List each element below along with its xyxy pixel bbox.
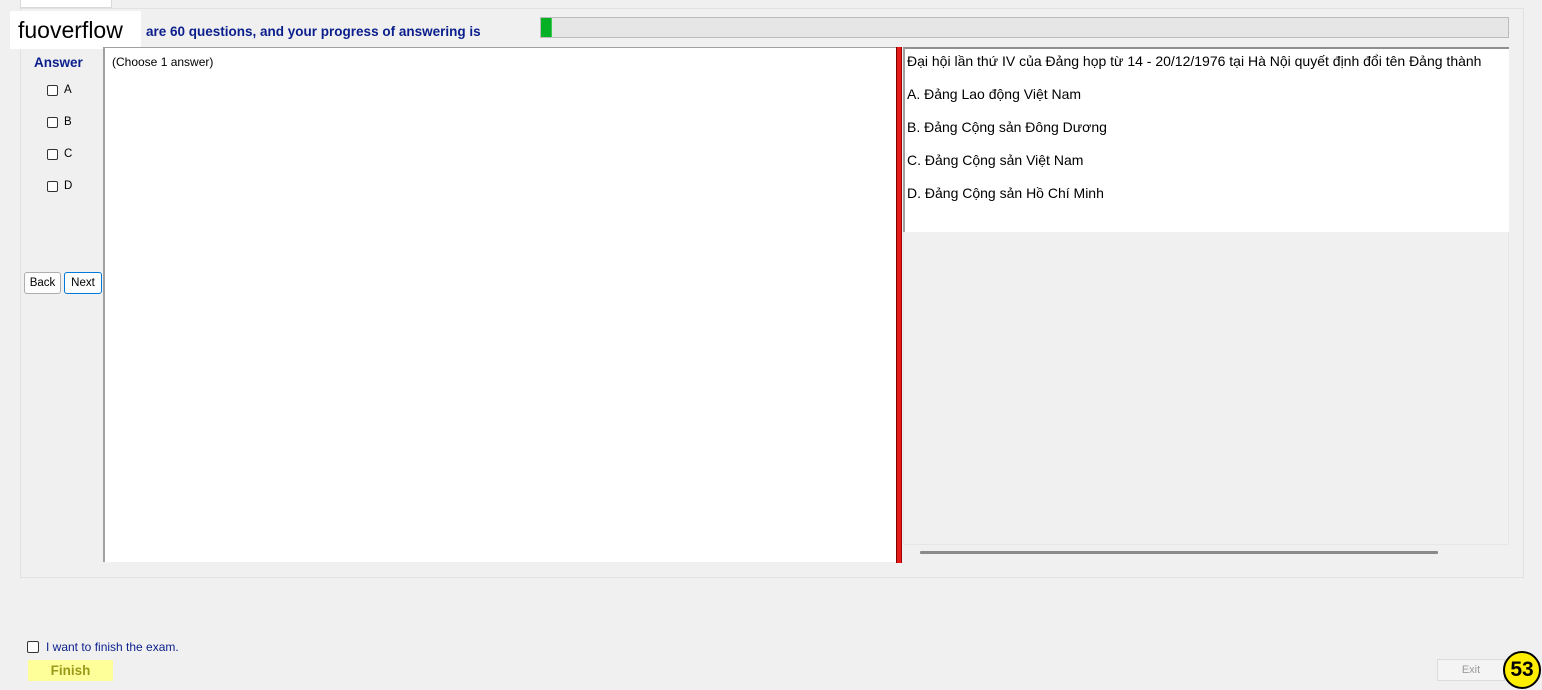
choice-b[interactable]: B: [47, 114, 72, 130]
answer-title: Answer: [34, 55, 83, 70]
choice-a-checkbox[interactable]: [47, 84, 58, 96]
choice-d[interactable]: D: [47, 178, 72, 194]
horizontal-scrollbar-thumb[interactable]: [920, 551, 1438, 554]
question-option-d: D. Đảng Cộng sản Hồ Chí Minh: [907, 185, 1104, 201]
answer-hint: (Choose 1 answer): [112, 55, 214, 69]
choice-a-label: A: [64, 84, 72, 96]
back-button[interactable]: Back: [24, 272, 61, 294]
choice-c[interactable]: C: [47, 146, 72, 162]
choice-c-checkbox[interactable]: [47, 148, 58, 160]
choice-c-label: C: [64, 148, 73, 160]
question-option-b: B. Đảng Cộng sản Đông Dương: [907, 119, 1107, 135]
question-option-c: C. Đảng Cộng sản Việt Nam: [907, 152, 1084, 168]
next-button[interactable]: Next: [64, 272, 102, 294]
question-text: Đại hội lần thứ IV của Đảng họp từ 14 - …: [907, 53, 1482, 69]
choice-b-checkbox[interactable]: [47, 116, 58, 128]
choice-b-label: B: [64, 116, 72, 128]
question-option-a: A. Đảng Lao động Việt Nam: [907, 86, 1082, 102]
answer-textbox[interactable]: (Choose 1 answer): [103, 47, 896, 562]
choice-d-label: D: [64, 180, 73, 192]
progress-bar-fill: [541, 18, 552, 37]
choice-d-checkbox[interactable]: [47, 180, 58, 192]
panel-splitter[interactable]: [896, 47, 902, 563]
question-counter-badge: 53: [1503, 651, 1541, 689]
exit-button[interactable]: Exit: [1437, 659, 1505, 681]
question-panel: Đại hội lần thứ IV của Đảng họp từ 14 - …: [903, 47, 1509, 232]
finish-exam-checkbox-box[interactable]: [27, 641, 39, 653]
progress-bar: [540, 17, 1509, 38]
watermark: fuoverflow: [10, 11, 141, 49]
choice-a[interactable]: A: [47, 82, 72, 98]
tab-stub[interactable]: [20, 0, 112, 8]
finish-exam-label: I want to finish the exam.: [46, 640, 179, 654]
image-pane: [903, 232, 1509, 563]
finish-button[interactable]: Finish: [28, 660, 113, 681]
finish-exam-checkbox[interactable]: I want to finish the exam.: [27, 640, 179, 654]
progress-label: are 60 questions, and your progress of a…: [146, 24, 481, 39]
